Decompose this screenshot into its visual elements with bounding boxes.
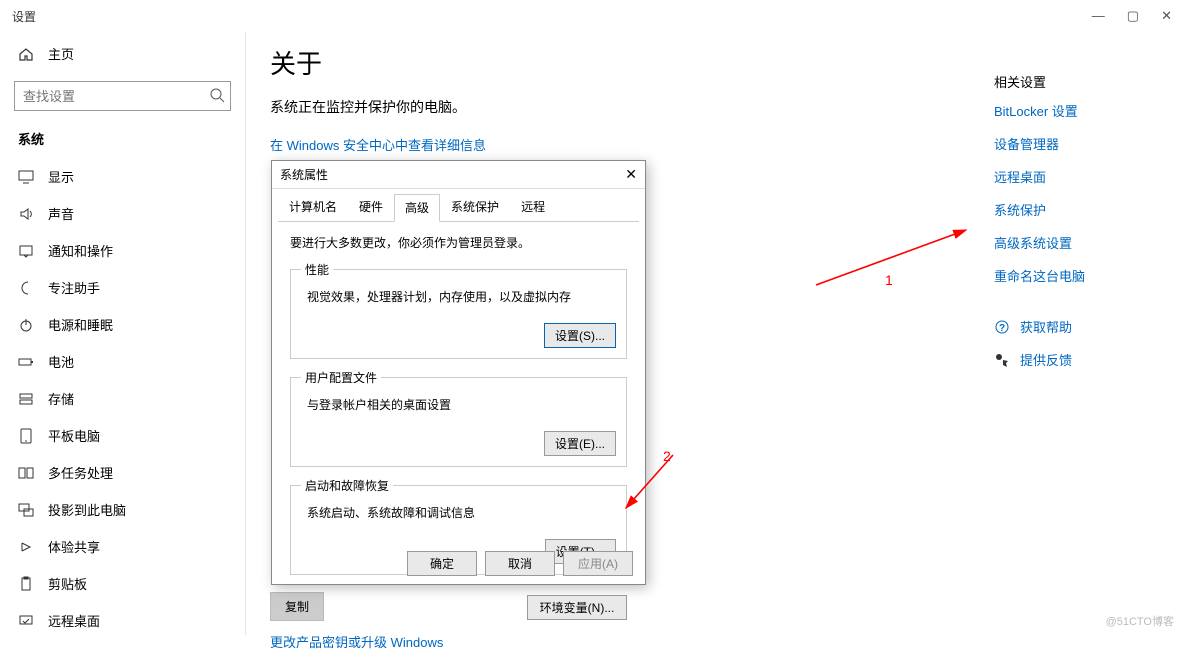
nav-label: 远程桌面 bbox=[48, 611, 100, 630]
profile-legend: 用户配置文件 bbox=[301, 369, 381, 386]
battery-icon bbox=[18, 354, 34, 370]
nav-label: 声音 bbox=[48, 204, 74, 223]
rel-rename-pc[interactable]: 重命名这台电脑 bbox=[994, 266, 1154, 285]
multitask-icon bbox=[18, 465, 34, 481]
nav-notifications[interactable]: 通知和操作 bbox=[0, 232, 245, 269]
nav-label: 电源和睡眠 bbox=[48, 315, 113, 334]
dialog-title: 系统属性 bbox=[280, 166, 328, 183]
profile-group: 用户配置文件 与登录帐户相关的桌面设置 设置(E)... bbox=[290, 369, 627, 467]
nav-battery[interactable]: 电池 bbox=[0, 343, 245, 380]
help-icon: ? bbox=[994, 319, 1010, 335]
nav-label: 存储 bbox=[48, 389, 74, 408]
dialog-tabs: 计算机名 硬件 高级 系统保护 远程 bbox=[278, 193, 639, 222]
annotation-label-2: 2 bbox=[663, 448, 671, 464]
tablet-icon bbox=[18, 428, 34, 444]
get-help-link[interactable]: ? 获取帮助 bbox=[994, 317, 1154, 336]
tab-computer-name[interactable]: 计算机名 bbox=[278, 193, 348, 221]
help-label: 获取帮助 bbox=[1020, 317, 1072, 336]
profile-desc: 与登录帐户相关的桌面设置 bbox=[307, 396, 616, 413]
minimize-button[interactable]: — bbox=[1092, 8, 1105, 24]
nav-sound[interactable]: 声音 bbox=[0, 195, 245, 232]
tab-hardware[interactable]: 硬件 bbox=[348, 193, 394, 221]
feedback-label: 提供反馈 bbox=[1020, 350, 1072, 369]
home-icon bbox=[18, 46, 34, 62]
nav-remote[interactable]: 远程桌面 bbox=[0, 602, 245, 639]
storage-icon bbox=[18, 391, 34, 407]
performance-legend: 性能 bbox=[301, 261, 333, 278]
nav-label: 剪贴板 bbox=[48, 574, 87, 593]
nav-label: 平板电脑 bbox=[48, 426, 100, 445]
window-title: 设置 bbox=[12, 8, 36, 25]
nav-share[interactable]: 体验共享 bbox=[0, 528, 245, 565]
project-icon bbox=[18, 502, 34, 518]
related-heading: 相关设置 bbox=[994, 72, 1154, 91]
rel-advanced-system[interactable]: 高级系统设置 bbox=[994, 233, 1154, 252]
nav-label: 多任务处理 bbox=[48, 463, 113, 482]
window-titlebar: 设置 — ▢ ✕ bbox=[0, 0, 1184, 32]
nav-focus[interactable]: 专注助手 bbox=[0, 269, 245, 306]
system-properties-dialog: 系统属性 ✕ 计算机名 硬件 高级 系统保护 远程 要进行大多数更改，你必须作为… bbox=[271, 160, 646, 585]
apply-button[interactable]: 应用(A) bbox=[563, 551, 633, 576]
speaker-icon bbox=[18, 206, 34, 222]
nav-storage[interactable]: 存储 bbox=[0, 380, 245, 417]
rel-remote-desktop[interactable]: 远程桌面 bbox=[994, 167, 1154, 186]
env-variables-button[interactable]: 环境变量(N)... bbox=[527, 595, 627, 620]
nav-tablet[interactable]: 平板电脑 bbox=[0, 417, 245, 454]
performance-group: 性能 视觉效果，处理器计划，内存使用，以及虚拟内存 设置(S)... bbox=[290, 261, 627, 359]
moon-icon bbox=[18, 280, 34, 296]
nav-label: 体验共享 bbox=[48, 537, 100, 556]
ok-button[interactable]: 确定 bbox=[407, 551, 477, 576]
rel-bitlocker[interactable]: BitLocker 设置 bbox=[994, 101, 1154, 120]
admin-note: 要进行大多数更改，你必须作为管理员登录。 bbox=[290, 234, 627, 251]
clipboard-icon bbox=[18, 576, 34, 592]
related-settings: 相关设置 BitLocker 设置 设备管理器 远程桌面 系统保护 高级系统设置… bbox=[994, 72, 1154, 383]
feedback-icon bbox=[994, 352, 1010, 368]
nav-label: 显示 bbox=[48, 167, 74, 186]
nav-power[interactable]: 电源和睡眠 bbox=[0, 306, 245, 343]
startup-legend: 启动和故障恢复 bbox=[301, 477, 393, 494]
notification-icon bbox=[18, 243, 34, 259]
nav-label: 通知和操作 bbox=[48, 241, 113, 260]
feedback-link[interactable]: 提供反馈 bbox=[994, 350, 1154, 369]
remote-icon bbox=[18, 613, 34, 629]
svg-text:?: ? bbox=[999, 323, 1005, 334]
rel-device-manager[interactable]: 设备管理器 bbox=[994, 134, 1154, 153]
cancel-button[interactable]: 取消 bbox=[485, 551, 555, 576]
dialog-close-icon[interactable]: ✕ bbox=[625, 166, 637, 183]
monitor-icon bbox=[18, 169, 34, 185]
close-button[interactable]: ✕ bbox=[1161, 8, 1172, 24]
tab-advanced[interactable]: 高级 bbox=[394, 194, 440, 222]
performance-settings-button[interactable]: 设置(S)... bbox=[544, 323, 616, 348]
profile-settings-button[interactable]: 设置(E)... bbox=[544, 431, 616, 456]
rel-system-protection[interactable]: 系统保护 bbox=[994, 200, 1154, 219]
power-icon bbox=[18, 317, 34, 333]
tab-remote[interactable]: 远程 bbox=[510, 193, 556, 221]
watermark: @51CTO博客 bbox=[1106, 613, 1174, 629]
group-title: 系统 bbox=[0, 123, 245, 158]
home-label: 主页 bbox=[48, 44, 74, 63]
nav-clipboard[interactable]: 剪贴板 bbox=[0, 565, 245, 602]
sidebar: 主页 系统 显示 声音 通知和操作 专注助手 电源和睡眠 电池 存储 平板电脑 … bbox=[0, 32, 246, 635]
dialog-titlebar[interactable]: 系统属性 ✕ bbox=[272, 161, 645, 189]
nav-display[interactable]: 显示 bbox=[0, 158, 245, 195]
annotation-label-1: 1 bbox=[885, 272, 893, 288]
nav-multitask[interactable]: 多任务处理 bbox=[0, 454, 245, 491]
nav-label: 电池 bbox=[48, 352, 74, 371]
startup-desc: 系统启动、系统故障和调试信息 bbox=[307, 504, 616, 521]
search-input[interactable] bbox=[14, 81, 231, 111]
performance-desc: 视觉效果，处理器计划，内存使用，以及虚拟内存 bbox=[307, 288, 616, 305]
share-icon bbox=[18, 539, 34, 555]
nav-project[interactable]: 投影到此电脑 bbox=[0, 491, 245, 528]
home-nav[interactable]: 主页 bbox=[0, 36, 245, 71]
search-icon bbox=[209, 87, 225, 103]
maximize-button[interactable]: ▢ bbox=[1127, 8, 1139, 24]
tab-system-protection[interactable]: 系统保护 bbox=[440, 193, 510, 221]
nav-label: 专注助手 bbox=[48, 278, 100, 297]
nav-label: 投影到此电脑 bbox=[48, 500, 126, 519]
